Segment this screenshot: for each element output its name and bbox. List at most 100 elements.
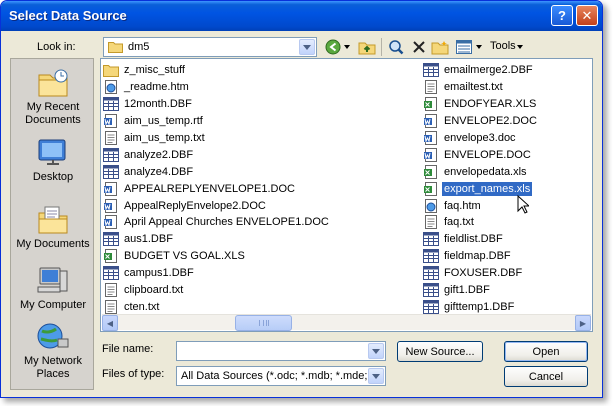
file-name: fieldlist.DBF bbox=[444, 233, 503, 246]
scrollbar-thumb[interactable] bbox=[235, 315, 292, 331]
delete-icon[interactable] bbox=[410, 39, 428, 55]
file-item[interactable]: campus1.DBF bbox=[103, 265, 331, 282]
file-item[interactable]: BUDGET VS GOAL.XLS bbox=[103, 248, 331, 265]
file-name: export_names.xls bbox=[440, 180, 534, 197]
file-name: envelopedata.xls bbox=[444, 165, 527, 178]
file-item[interactable]: analyze2.DBF bbox=[103, 146, 331, 163]
network-places-icon bbox=[36, 321, 70, 353]
toolbar-separator bbox=[381, 38, 382, 56]
files-of-type-select[interactable]: All Data Sources (*.odc; *.mdb; *.mde; bbox=[176, 366, 386, 386]
scroll-right-icon[interactable]: ▶ bbox=[575, 315, 591, 331]
dialog-title: Select Data Source bbox=[9, 8, 127, 23]
tools-menu[interactable]: Tools bbox=[490, 40, 516, 52]
file-item[interactable]: ENDOFYEAR.XLS bbox=[423, 96, 539, 113]
file-item[interactable]: 12month.DBF bbox=[103, 96, 331, 113]
place-label: My Network Places bbox=[23, 355, 83, 380]
search-web-icon[interactable] bbox=[387, 39, 405, 55]
file-item[interactable]: envelopedata.xls bbox=[423, 163, 539, 180]
doc-file-icon bbox=[103, 198, 119, 213]
place-label: My Computer bbox=[19, 299, 87, 311]
file-name: fieldmap.DBF bbox=[444, 250, 511, 263]
chevron-down-icon[interactable] bbox=[368, 368, 384, 384]
place-desktop[interactable]: Desktop bbox=[11, 137, 95, 184]
dbf-file-icon bbox=[103, 147, 119, 162]
htm-file-icon bbox=[423, 198, 439, 213]
file-name: faq.htm bbox=[444, 199, 481, 212]
file-item[interactable]: April Appeal Churches ENVELOPE1.DOC bbox=[103, 214, 331, 231]
file-item[interactable]: aim_us_temp.txt bbox=[103, 130, 331, 147]
new-folder-icon[interactable] bbox=[431, 39, 449, 55]
title-bar[interactable]: Select Data Source ? ✕ bbox=[1, 1, 602, 31]
file-item[interactable]: gift1.DBF bbox=[423, 282, 539, 299]
open-button[interactable]: Open bbox=[504, 341, 588, 362]
file-name: ENDOFYEAR.XLS bbox=[444, 98, 537, 111]
file-item[interactable]: clipboard.txt bbox=[103, 282, 331, 299]
file-item[interactable]: gifttemp1.DBF bbox=[423, 298, 539, 315]
file-item[interactable]: aus1.DBF bbox=[103, 231, 331, 248]
file-name-input[interactable] bbox=[176, 341, 386, 361]
file-item[interactable]: AppealReplyEnvelope2.DOC bbox=[103, 197, 331, 214]
file-item[interactable]: emailmerge2.DBF bbox=[423, 62, 539, 79]
dbf-file-icon bbox=[423, 249, 439, 264]
file-name: aus1.DBF bbox=[124, 233, 173, 246]
my-documents-icon bbox=[36, 204, 70, 236]
back-icon[interactable] bbox=[324, 39, 342, 55]
place-label: My Documents bbox=[16, 238, 90, 250]
tools-dropdown-icon[interactable] bbox=[515, 39, 525, 55]
views-icon[interactable] bbox=[455, 39, 473, 55]
file-name: aim_us_temp.txt bbox=[124, 132, 205, 144]
txt-file-icon bbox=[423, 215, 439, 230]
look-in-label: Look in: bbox=[37, 41, 76, 53]
file-name: gift1.DBF bbox=[444, 284, 490, 297]
file-item[interactable]: fieldlist.DBF bbox=[423, 231, 539, 248]
place-my-recent-documents[interactable]: My Recent Documents bbox=[11, 67, 95, 127]
file-name: analyze2.DBF bbox=[124, 148, 194, 161]
xls-file-icon bbox=[423, 164, 439, 179]
dbf-file-icon bbox=[423, 232, 439, 247]
dbf-file-icon bbox=[423, 266, 439, 281]
txt-file-icon bbox=[103, 283, 119, 298]
place-my-network-places[interactable]: My Network Places bbox=[11, 321, 95, 381]
file-item[interactable]: analyze4.DBF bbox=[103, 163, 331, 180]
file-item[interactable]: envelope3.doc bbox=[423, 130, 539, 147]
close-button[interactable]: ✕ bbox=[576, 5, 598, 26]
place-my-documents[interactable]: My Documents bbox=[11, 204, 95, 251]
file-item[interactable]: aim_us_temp.rtf bbox=[103, 113, 331, 130]
cancel-button[interactable]: Cancel bbox=[504, 366, 588, 387]
horizontal-scrollbar[interactable]: ◀ ▶ bbox=[102, 314, 591, 331]
look-in-combobox[interactable]: dm5 bbox=[103, 37, 317, 57]
folder-icon bbox=[108, 40, 123, 53]
views-dropdown-icon[interactable] bbox=[474, 39, 484, 55]
chevron-down-icon[interactable] bbox=[299, 39, 315, 55]
file-item[interactable]: emailtest.txt bbox=[423, 79, 539, 96]
file-item[interactable]: ENVELOPE.DOC bbox=[423, 146, 539, 163]
chevron-down-icon[interactable] bbox=[368, 343, 384, 359]
htm-file-icon bbox=[103, 80, 119, 95]
up-folder-icon[interactable] bbox=[358, 39, 376, 55]
file-item[interactable]: ENVELOPE2.DOC bbox=[423, 113, 539, 130]
place-my-computer[interactable]: My Computer bbox=[11, 265, 95, 312]
file-item[interactable]: fieldmap.DBF bbox=[423, 248, 539, 265]
new-source-button[interactable]: New Source... bbox=[397, 341, 483, 362]
file-item[interactable]: z_misc_stuff bbox=[103, 62, 331, 79]
folder-file-icon bbox=[103, 63, 119, 78]
doc-file-icon bbox=[103, 114, 119, 129]
file-list[interactable]: z_misc_stuff _readme.htm 12month.DBF aim_us… bbox=[100, 58, 593, 332]
desktop-icon bbox=[36, 137, 70, 169]
file-item[interactable]: cten.txt bbox=[103, 298, 331, 315]
xls-file-icon bbox=[423, 97, 439, 112]
back-dropdown-icon[interactable] bbox=[342, 39, 352, 55]
file-name: FOXUSER.DBF bbox=[444, 267, 523, 280]
dbf-file-icon bbox=[103, 164, 119, 179]
file-name: analyze4.DBF bbox=[124, 165, 194, 178]
file-column-1: z_misc_stuff _readme.htm 12month.DBF aim_us… bbox=[103, 62, 331, 315]
file-item[interactable]: FOXUSER.DBF bbox=[423, 265, 539, 282]
file-item[interactable]: APPEALREPLYENVELOPE1.DOC bbox=[103, 180, 331, 197]
help-button[interactable]: ? bbox=[551, 5, 573, 26]
file-item[interactable]: _readme.htm bbox=[103, 79, 331, 96]
file-name: April Appeal Churches ENVELOPE1.DOC bbox=[124, 216, 329, 229]
recent-documents-icon bbox=[36, 67, 70, 99]
file-item[interactable]: faq.txt bbox=[423, 214, 539, 231]
doc-file-icon bbox=[423, 131, 439, 145]
scroll-left-icon[interactable]: ◀ bbox=[102, 315, 118, 331]
